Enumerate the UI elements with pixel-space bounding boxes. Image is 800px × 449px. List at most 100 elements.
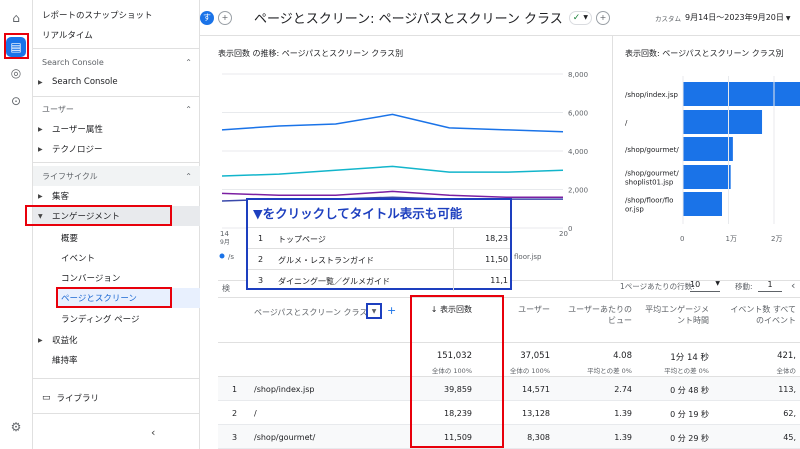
callout-box: ▼をクリックしてタイトル表示も可能 1 トップページ 18,23 2 グルメ・レストラン… [246,198,512,291]
date-range-type: カスタム [655,14,681,23]
row-value: 0 分 29 秒 [670,434,709,443]
bar-category-label: shoplist01.jsp [625,179,674,187]
sidebar-item-retention[interactable]: 維持率 [33,350,200,370]
row-path: /shop/index.jsp [254,385,315,394]
bar-category-label: /shop/gourmet/ [625,146,679,154]
caret-right-icon: ▶ [38,125,43,133]
chevron-down-icon: ▼ [715,280,720,287]
sidebar-item-library[interactable]: ▭ ライブラリ [33,388,200,408]
row-path: / [254,409,257,418]
dimension-dropdown-icon[interactable]: ▼ [366,303,382,319]
series-line-1 [221,165,564,177]
highlight-pages-screens [56,287,172,308]
status-dropdown[interactable]: ✓ ▼ [568,10,592,25]
y-tick-label: 6,000 [568,110,588,118]
x-tick-label: 1万 [726,235,737,243]
x-tick-label: 2万 [771,235,782,243]
bar [683,110,763,134]
legend-entry: /s [228,253,234,261]
sidebar-section-search-console[interactable]: Search Console ⌃ [33,52,200,72]
callout-row-index: 3 [258,276,264,285]
explore-icon[interactable]: ◎ [6,63,26,83]
sidebar-item-acquisition[interactable]: ▶ 集客 [33,186,200,206]
table-row[interactable]: 2/18,239 13,128 1.39 0 分 19 秒 62, [218,401,800,425]
sidebar-section-user[interactable]: ユーザー ⌃ [33,99,200,119]
check-circle-icon: ✓ [572,12,581,23]
bar-category-label: /shop/gourmet/ [625,170,679,178]
page-title: ページとスクリーン: ページパスとスクリーン クラス [254,12,563,27]
column-header[interactable]: イベント数 すべてのイベント [726,304,796,326]
row-value: 45, [783,433,796,442]
bar-chart: /shop/index.jsp / /shop/gourmet/ /shop/gour… [625,76,800,243]
sidebar-item-technology[interactable]: ▶ テクノロジー [33,139,200,159]
row-value: 0 分 19 秒 [670,410,709,419]
bar-category-label: or.jsp [625,206,644,214]
sidebar-item-conversions[interactable]: コンバージョン [33,268,200,288]
row-index: 3 [232,433,238,442]
report-header: す + ページとスクリーン: ページパスとスクリーン クラス ✓ ▼ + カスタム… [200,0,800,36]
bar [683,192,722,216]
dimension-header[interactable]: ページパスとスクリーン クラス [254,307,367,318]
sidebar-item-landing-page[interactable]: ランディング ページ [33,309,200,329]
column-header[interactable]: ユーザーあたりのビュー [562,304,632,326]
highlight-views-column [410,295,504,448]
caret-right-icon: ▶ [38,192,43,200]
row-index: 2 [232,409,238,418]
sidebar-item-search-console[interactable]: ▶ Search Console [33,72,200,92]
rows-per-page-select[interactable]: 10 ▼ [690,280,720,292]
callout-row-index: 1 [258,234,264,243]
y-tick-label: 2,000 [568,187,588,195]
goto-label: 移動: [735,282,753,291]
bar [683,82,800,106]
callout-row-value: 18,23 [485,234,508,243]
row-index: 1 [232,385,238,394]
x-tick-label: 0 [680,235,684,243]
chevron-up-icon: ⌃ [185,104,192,114]
y-tick-label: 8,000 [568,71,588,79]
row-path: /shop/gourmet/ [254,433,316,442]
goto-input[interactable]: 1 [758,280,782,292]
collapse-sidebar-chevron-icon[interactable]: ‹ [33,422,200,442]
x-tick-label: 20 [559,230,568,238]
sidebar-item-monetization[interactable]: ▶ 収益化 [33,330,200,350]
sidebar-section-lifecycle[interactable]: ライフサイクル ⌃ [33,166,200,186]
bar [683,165,731,189]
sidebar-item-demographics[interactable]: ▶ ユーザー属性 [33,119,200,139]
row-value: 1.39 [614,409,632,418]
data-table: 検 1ページあたりの行数: 10 ▼ 移動: 1 ‹ ページパスとスクリーン クラ… [218,279,800,449]
total-value: 421, [777,351,796,361]
table-row[interactable]: 3/shop/gourmet/11,509 8,308 1.39 0 分 29 秒 45… [218,425,800,449]
chevron-down-icon: ▼ [785,15,791,22]
sidebar-item-realtime[interactable]: リアルタイム [33,25,200,45]
row-value: 113, [778,385,796,394]
add-dimension-icon[interactable]: + [387,304,396,317]
row-value: 62, [783,409,796,418]
sidebar-item-snapshot[interactable]: レポートのスナップショット [33,5,200,25]
callout-row-label: グルメ・レストランガイド [278,256,374,265]
total-subtext: 全体の [776,367,797,375]
home-icon[interactable]: ⌂ [6,8,26,28]
add-comparison-icon[interactable]: + [218,10,232,25]
column-header[interactable]: 平均エンゲージメント時間 [639,304,709,326]
total-subtext: 平均との差 0% [587,367,632,375]
legend-entry: floor.jsp [514,253,542,261]
row-value: 2.74 [614,385,632,394]
bar-category-label: /shop/floor/flo [625,197,673,205]
table-row[interactable]: 1/shop/index.jsp 39,859 14,571 2.74 0 分 48 秒… [218,377,800,401]
sidebar-item-events[interactable]: イベント [33,248,200,268]
series-line-0 [221,113,564,133]
sidebar-item-overview[interactable]: 概要 [33,228,200,248]
total-value: 4.08 [613,351,632,361]
y-tick-label: 0 [568,225,572,233]
date-range-picker[interactable]: 9月14日～2023年9月20日 ▼ [685,12,791,23]
add-filter-icon[interactable]: + [595,10,610,25]
caret-right-icon: ▶ [38,78,43,86]
advertising-icon[interactable]: ⊙ [6,91,26,111]
prev-page-icon[interactable]: ‹ [791,279,795,292]
bar [683,137,733,161]
rows-per-page-label: 1ページあたりの行数: [620,282,695,291]
row-value: 1.39 [614,433,632,442]
highlight-reports-icon [4,33,29,59]
settings-gear-icon[interactable]: ⚙ [6,417,26,437]
avatar[interactable]: す [200,10,214,25]
